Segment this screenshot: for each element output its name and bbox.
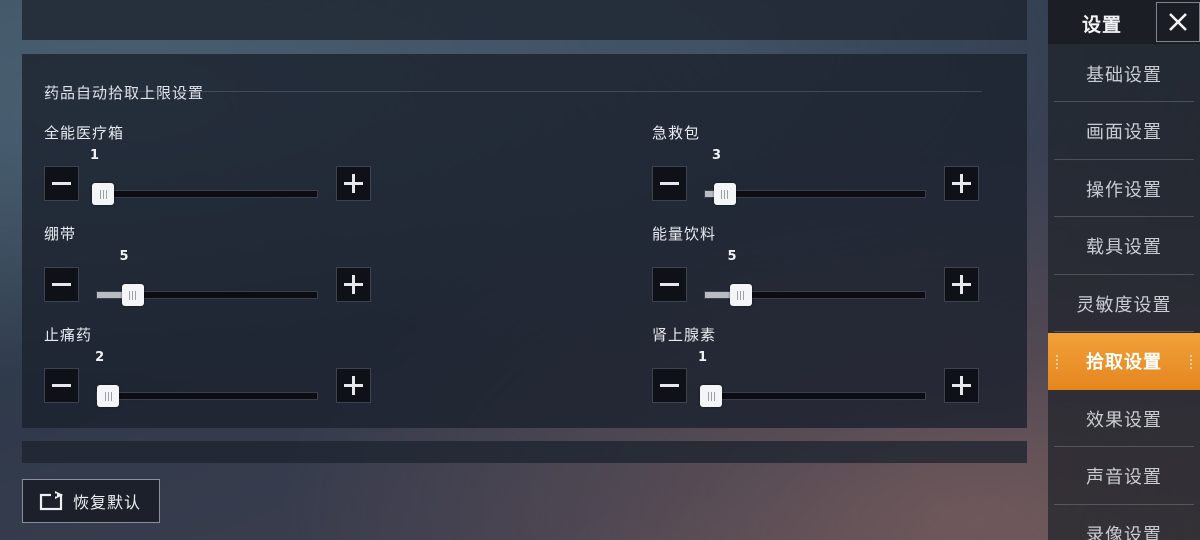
slider-track[interactable] [96,284,318,306]
sidebar-item-label: 基础设置 [1086,64,1162,86]
sidebar-item-replay[interactable]: 录像设置 [1048,505,1200,540]
slider-group-painkiller: 止痛药 2 [44,324,384,407]
decrease-button[interactable] [652,166,687,201]
sidebar-item-label: 画面设置 [1086,122,1162,143]
close-icon [1169,13,1187,31]
sidebar-item-label: 拾取设置 [1086,352,1162,373]
slider-label: 全能医疗箱 [44,124,125,142]
slider-value: 3 [711,148,722,163]
grip-left [1056,354,1060,369]
sidebar-item-vehicle[interactable]: 载具设置 [1048,218,1200,275]
section-title: 药品自动拾取上限设置 [44,84,205,102]
sidebar-title: 设置 [1082,14,1123,36]
sidebar-item-pickup[interactable]: 拾取设置 [1048,332,1200,390]
slider-value: 2 [95,350,105,365]
slider-value: 1 [90,148,100,163]
close-button[interactable] [1156,2,1200,42]
slider-group-adrenaline: 肾上腺素 1 [652,324,992,407]
decrease-button[interactable] [652,368,687,403]
sidebar-item-audio[interactable]: 声音设置 [1048,448,1200,505]
slider-thumb[interactable] [92,183,114,205]
slider-group-all-purpose-medkit: 全能医疗箱 1 [44,122,384,205]
sidebar-item-effects[interactable]: 效果设置 [1048,390,1200,447]
sidebar-item-label: 效果设置 [1086,409,1162,431]
slider-group-bandage: 绷带 5 [44,223,384,306]
reset-icon [39,491,63,511]
sidebar-item-sensitivity[interactable]: 灵敏度设置 [1048,275,1200,332]
increase-button[interactable] [944,166,979,201]
slider-thumb[interactable] [121,284,144,306]
slider-label: 肾上腺素 [652,326,717,344]
decrease-button[interactable] [44,267,79,302]
minus-icon [660,283,679,286]
minus-icon [52,384,71,387]
sidebar-item-display[interactable]: 画面设置 [1048,103,1200,160]
sidebar-item-controls[interactable]: 操作设置 [1048,160,1200,217]
slider-value: 5 [119,249,129,264]
sidebar-item-label: 载具设置 [1086,237,1162,258]
decrease-button[interactable] [652,267,687,302]
pickup-limit-panel: 药品自动拾取上限设置 全能医疗箱 1 急救包 3 绷带 5 能量饮料 5 止痛药… [22,54,1027,428]
slider-group-energy-drink: 能量饮料 5 [652,223,992,306]
slider-track[interactable] [700,385,926,407]
slider-group-first-aid-kit: 急救包 3 [652,122,992,205]
minus-icon [660,384,679,387]
minus-icon [660,182,679,185]
slider-label: 急救包 [652,124,701,142]
reset-label: 恢复默认 [73,493,142,512]
grip-right [1190,354,1194,369]
slider-track[interactable] [704,284,926,306]
slider-track[interactable] [96,385,318,407]
slider-track[interactable] [92,183,318,205]
sidebar-item-label: 声音设置 [1086,467,1162,488]
top-panel-strip [22,0,1027,40]
slider-track[interactable] [704,183,926,205]
increase-button[interactable] [336,267,371,302]
decrease-button[interactable] [44,368,79,403]
sidebar-item-label: 录像设置 [1086,524,1162,540]
slider-thumb[interactable] [713,183,736,205]
slider-label: 能量饮料 [652,225,717,243]
slider-thumb[interactable] [97,385,120,407]
slider-value: 1 [698,350,708,365]
minus-icon [52,283,71,286]
slider-label: 止痛药 [44,326,93,344]
sidebar-header: 设置 [1048,0,1200,44]
minus-icon [52,182,71,185]
increase-button[interactable] [944,267,979,302]
bottom-panel-strip [22,441,1027,463]
sidebar-item-basic[interactable]: 基础设置 [1048,45,1200,102]
slider-value: 5 [727,249,737,264]
increase-button[interactable] [336,166,371,201]
slider-thumb[interactable] [729,284,752,306]
increase-button[interactable] [944,368,979,403]
decrease-button[interactable] [44,166,79,201]
slider-label: 绷带 [44,225,77,243]
sidebar-item-label: 灵敏度设置 [1076,294,1172,316]
sidebar-item-label: 操作设置 [1086,179,1162,201]
section-divider [44,91,982,92]
settings-sidebar: 设置 基础设置画面设置操作设置载具设置灵敏度设置拾取设置效果设置声音设置录像设置 [1048,0,1200,540]
slider-thumb[interactable] [700,385,722,407]
reset-default-button[interactable]: 恢复默认 [22,479,160,523]
increase-button[interactable] [336,368,371,403]
